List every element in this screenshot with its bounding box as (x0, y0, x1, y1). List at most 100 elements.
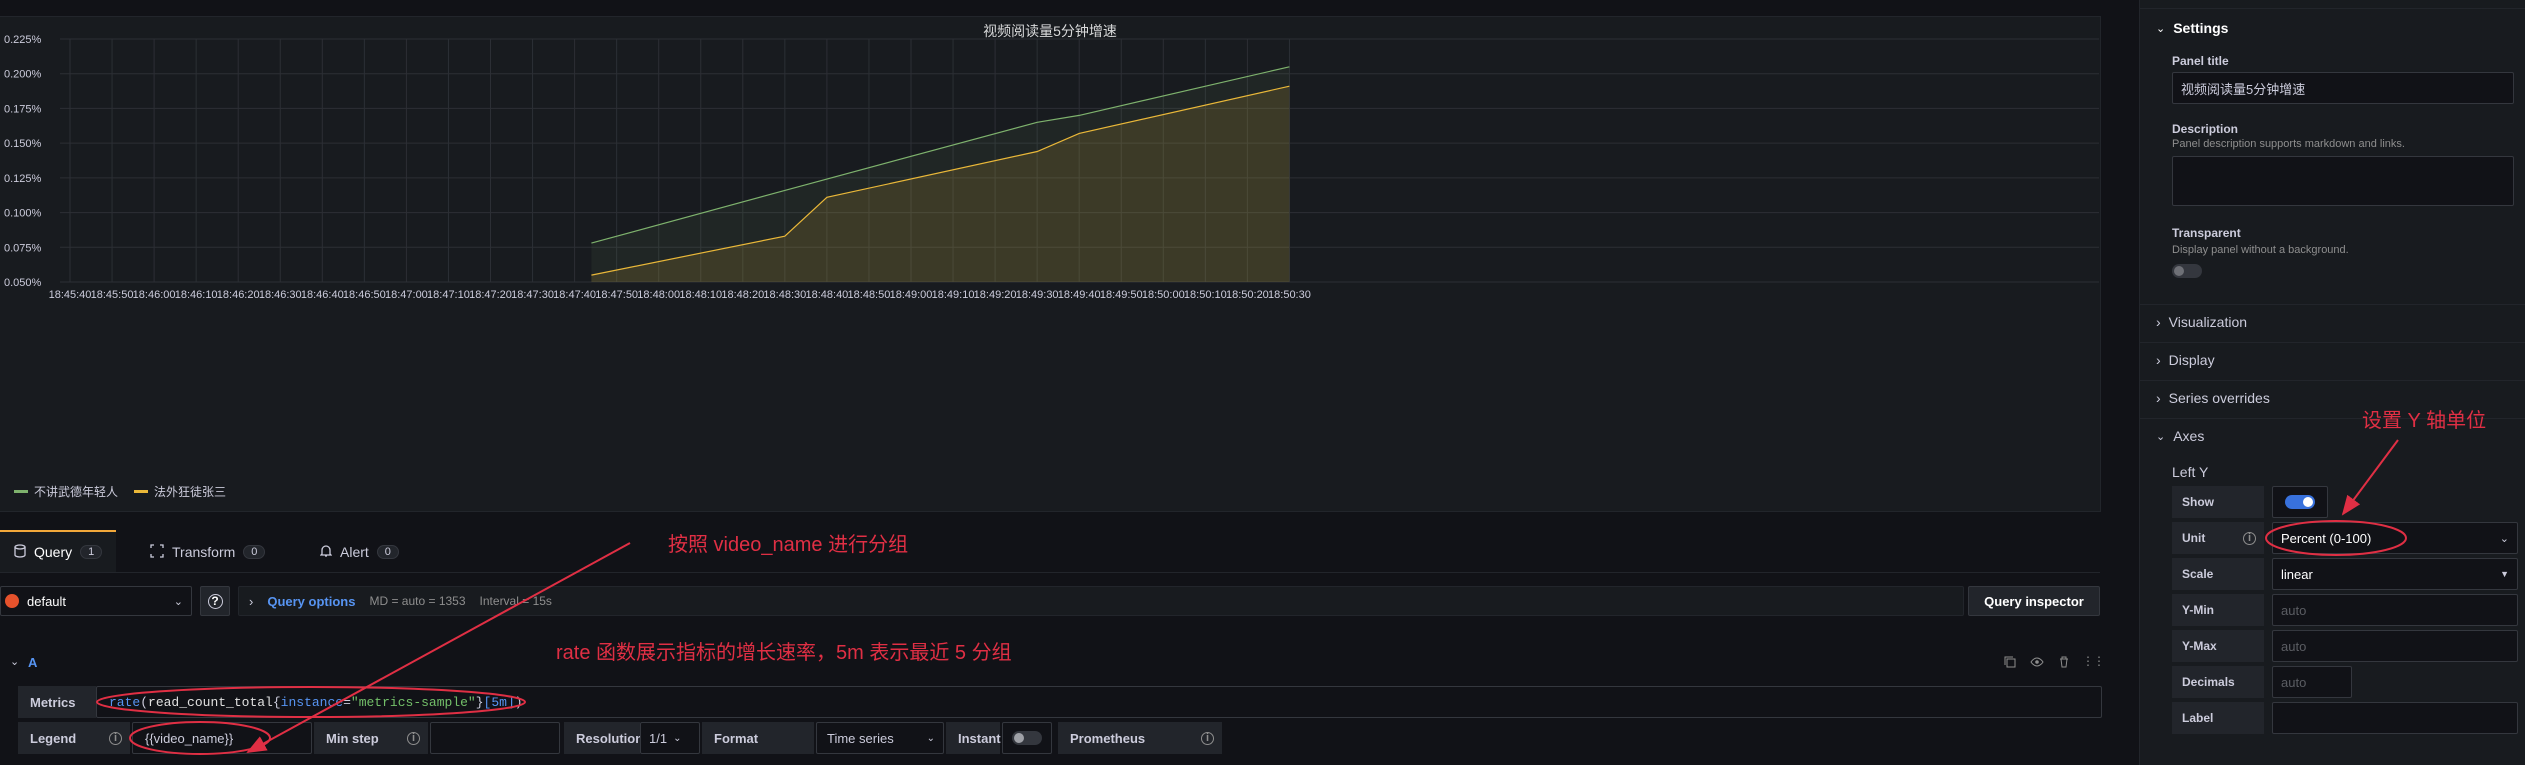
description-hint: Panel description supports markdown and … (2172, 138, 2405, 150)
decimals-input[interactable]: auto (2272, 666, 2352, 698)
panel-title-input[interactable]: 视频阅读量5分钟增速 (2172, 72, 2514, 104)
chevron-right-icon: › (2156, 390, 2161, 406)
unit-picker[interactable]: Percent (0-100) ⌄ (2272, 522, 2518, 554)
x-tick-label: 18:50:20 (1226, 289, 1269, 301)
expr-range: [5m] (483, 694, 515, 710)
collapse-chevron-icon[interactable]: ⌄ (10, 655, 19, 668)
query-ref-id[interactable]: A (28, 655, 37, 670)
toggle-track (1012, 731, 1042, 745)
y-max-label: Y-Max (2172, 630, 2264, 662)
tab-label: Transform (172, 544, 236, 560)
format-label: Format (702, 722, 814, 754)
datasource-picker[interactable]: default ⌄ (0, 586, 192, 616)
chevron-right-icon: › (2156, 314, 2161, 330)
x-tick-label: 18:47:10 (427, 289, 470, 301)
annotation-group-by: 按照 video_name 进行分组 (668, 534, 909, 556)
x-tick-label: 18:45:50 (91, 289, 134, 301)
md-info: MD = auto = 1353 (369, 594, 466, 608)
query-options-bar[interactable]: › Query options MD = auto = 1353 Interva… (238, 586, 1964, 616)
section-axes[interactable]: ⌄ Axes (2156, 428, 2204, 444)
divider (2140, 304, 2525, 305)
chevron-down-icon: ⌄ (2156, 430, 2166, 443)
x-tick-label: 18:46:30 (259, 289, 302, 301)
unit-value: Percent (0-100) (2281, 530, 2372, 546)
transparent-hint: Display panel without a background. (2172, 244, 2349, 256)
format-select[interactable]: Time series ⌄ (816, 722, 944, 754)
x-tick-label: 18:50:00 (1142, 289, 1185, 301)
chevron-right-icon: › (2156, 352, 2161, 368)
description-textarea[interactable] (2172, 156, 2514, 206)
section-visualization[interactable]: › Visualization (2156, 314, 2247, 330)
instant-toggle[interactable] (1002, 722, 1052, 754)
info-icon[interactable]: i (109, 731, 122, 745)
x-tick-label: 18:49:50 (1100, 289, 1143, 301)
legend-item-series-2[interactable]: 法外狂徒张三 (134, 483, 226, 500)
x-tick-label: 18:46:20 (217, 289, 260, 301)
y-max-input[interactable]: auto (2272, 630, 2518, 662)
info-icon[interactable]: i (1201, 731, 1214, 745)
x-tick-label: 18:47:00 (385, 289, 428, 301)
panel-title-label: Panel title (2172, 54, 2229, 68)
eye-icon[interactable] (2030, 656, 2044, 671)
tab-query[interactable]: Query 1 (0, 530, 117, 572)
tab-count-badge: 0 (243, 545, 266, 559)
legend-item-series-1[interactable]: 不讲武德年轻人 (14, 483, 118, 500)
query-row-header[interactable]: ⌄ A ⋮⋮ (0, 652, 2105, 676)
x-tick-label: 18:49:20 (974, 289, 1017, 301)
toggle-track (2285, 495, 2315, 509)
chevron-down-icon: ⌄ (926, 732, 935, 744)
divider (2140, 8, 2525, 9)
query-inspector-button[interactable]: Query inspector (1968, 586, 2100, 616)
query-options-label[interactable]: Query options (267, 594, 355, 609)
resolution-select[interactable]: 1/1 ⌄ (640, 722, 700, 754)
datasource-help-button[interactable]: ? (200, 586, 230, 616)
info-icon[interactable]: i (2243, 531, 2256, 545)
x-tick-label: 18:50:10 (1184, 289, 1227, 301)
tab-label: Alert (340, 544, 369, 560)
prometheus-logo-icon (5, 594, 19, 608)
toggle-knob (1014, 733, 1024, 743)
legend-swatch (14, 490, 28, 493)
y-tick-label: 0.150% (4, 138, 42, 150)
show-toggle[interactable] (2272, 486, 2328, 518)
legend-label: 法外狂徒张三 (154, 485, 227, 499)
y-min-label: Y-Min (2172, 594, 2264, 626)
info-icon[interactable]: i (407, 731, 420, 745)
drag-handle-icon[interactable]: ⋮⋮ (2082, 654, 2105, 668)
section-series-overrides[interactable]: › Series overrides (2156, 390, 2270, 406)
y-min-placeholder: auto (2281, 602, 2307, 618)
datasource-name: default (27, 593, 67, 609)
y-tick-label: 0.200% (4, 69, 42, 81)
metrics-query-editor[interactable]: rate(read_count_total{instance = "metrics-… (96, 686, 2102, 718)
section-title: Series overrides (2168, 390, 2270, 406)
instant-label: Instant (946, 722, 1001, 754)
divider (2140, 380, 2525, 381)
chevron-down-icon: ⌄ (173, 595, 183, 608)
trash-icon[interactable] (2058, 656, 2070, 671)
toggle-knob (2303, 497, 2313, 507)
duplicate-icon[interactable] (2004, 656, 2016, 671)
x-tick-label: 18:48:30 (763, 289, 806, 301)
tab-label: Query (34, 544, 73, 560)
x-tick-label: 18:47:20 (469, 289, 512, 301)
x-tick-label: 18:48:40 (805, 289, 848, 301)
scale-select[interactable]: linear ▼ (2272, 558, 2518, 590)
y-min-input[interactable]: auto (2272, 594, 2518, 626)
legend-format-input[interactable]: {{video_name}} (132, 722, 312, 754)
min-step-input[interactable] (430, 722, 560, 754)
tab-count-badge: 0 (376, 545, 399, 559)
x-tick-label: 18:46:40 (301, 289, 344, 301)
y-label-input[interactable] (2272, 702, 2518, 734)
y-tick-label: 0.050% (4, 277, 42, 289)
x-tick-label: 18:48:20 (721, 289, 764, 301)
settings-section-header[interactable]: ⌄ Settings (2156, 20, 2228, 36)
section-display[interactable]: › Display (2156, 352, 2215, 368)
prometheus-label-text: Prometheus (1070, 730, 1146, 746)
tab-transform[interactable]: Transform 0 (150, 532, 266, 572)
expr-label-value: "metrics-sample" (350, 694, 476, 710)
transparent-toggle[interactable] (2172, 264, 2202, 278)
tab-alert[interactable]: Alert 0 (319, 532, 399, 572)
transparent-label: Transparent (2172, 226, 2241, 240)
expr-function: rate (109, 694, 141, 710)
legend-format-label: Legend i (18, 722, 130, 754)
